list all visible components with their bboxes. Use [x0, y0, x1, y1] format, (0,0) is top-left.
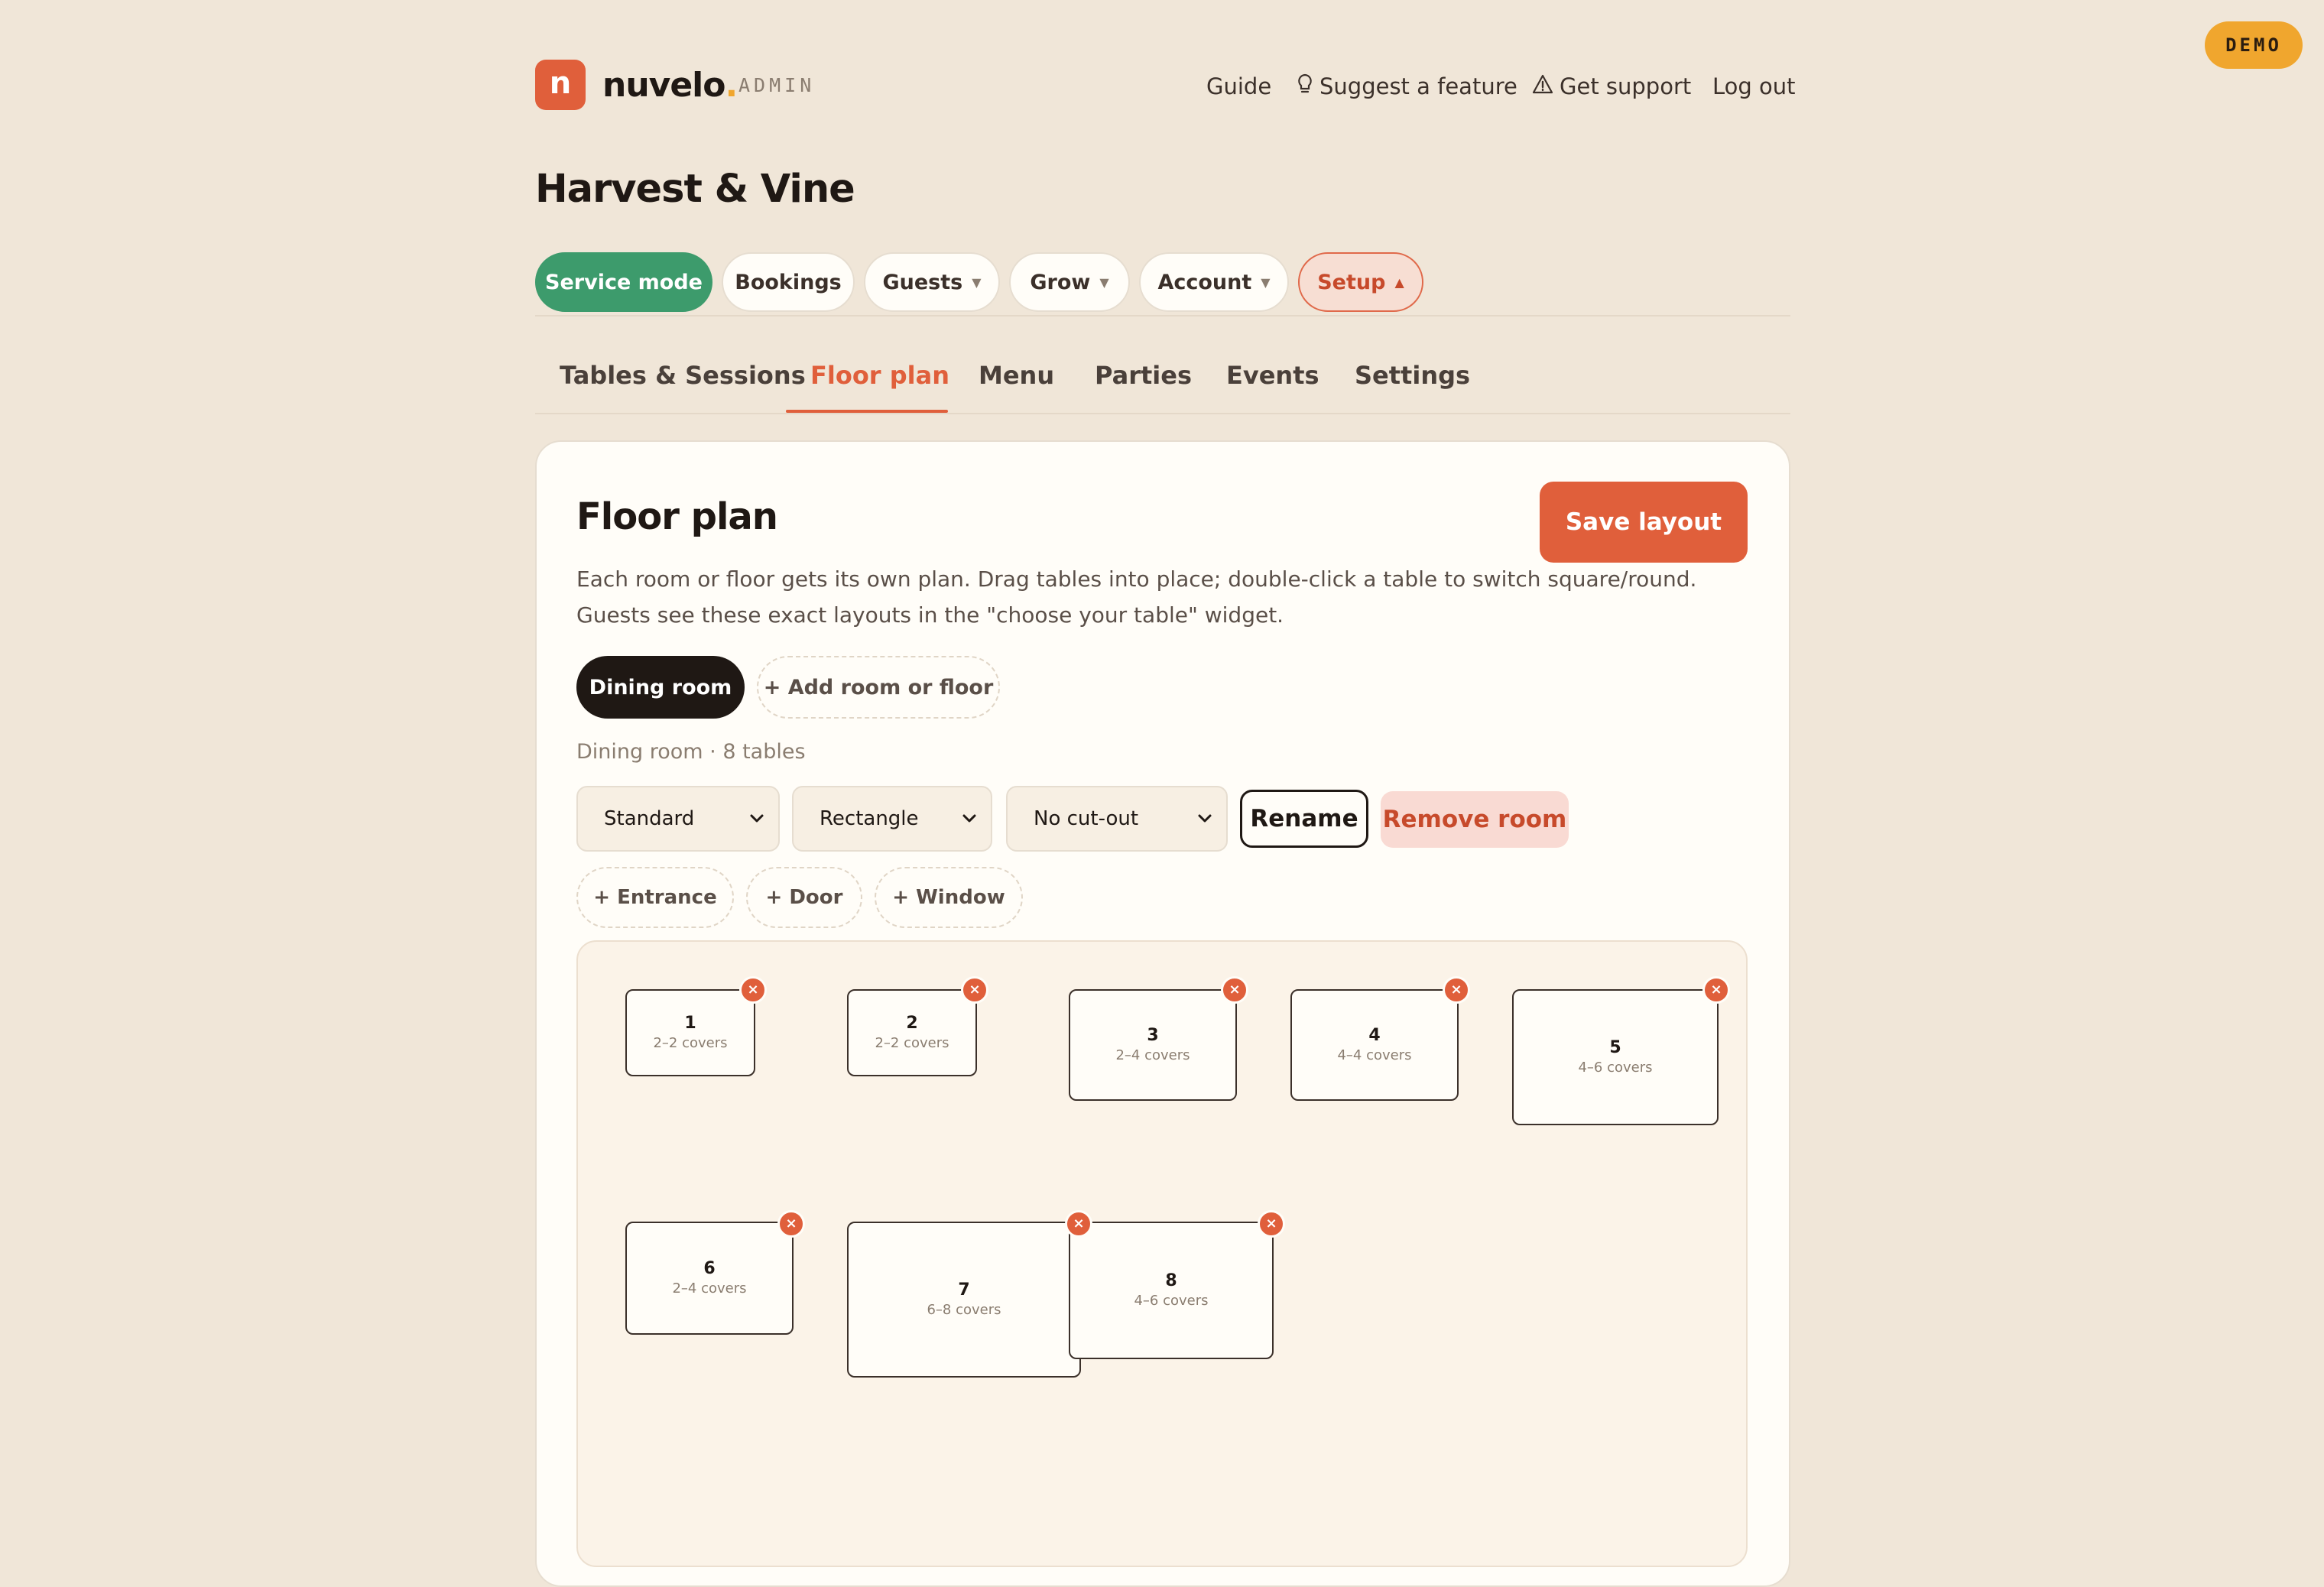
table-number: 1 — [684, 1014, 696, 1033]
cutout-select[interactable]: No cut-out — [1006, 786, 1228, 852]
tab-events[interactable]: Events — [1226, 356, 1319, 394]
table-8[interactable]: 8 4–6 covers — [1069, 1222, 1274, 1359]
nav-account[interactable]: Account ▼ — [1139, 252, 1289, 312]
guide-label: Guide — [1206, 73, 1272, 99]
table-number: 3 — [1147, 1026, 1159, 1045]
page-title: Floor plan — [576, 495, 778, 538]
lightbulb-icon — [1297, 73, 1313, 100]
room-shape-select[interactable]: Rectangle — [792, 786, 992, 852]
remove-table-icon[interactable]: × — [1221, 976, 1248, 1004]
brand-name[interactable]: nuvelo. — [602, 60, 738, 110]
get-support-label: Get support — [1560, 73, 1692, 99]
logo-icon[interactable]: n — [535, 60, 586, 110]
nav-bookings[interactable]: Bookings — [722, 252, 855, 312]
demo-badge: DEMO — [2205, 21, 2303, 69]
venue-name: Harvest & Vine — [535, 167, 855, 212]
table-covers: 2–4 covers — [1115, 1047, 1190, 1063]
chevron-down-icon — [1197, 810, 1212, 829]
table-covers: 4–6 covers — [1578, 1060, 1653, 1076]
table-4[interactable]: 4 4–4 covers — [1290, 989, 1459, 1101]
tab-settings-label: Settings — [1355, 361, 1471, 390]
table-covers: 4–4 covers — [1337, 1047, 1412, 1063]
tab-menu-label: Menu — [979, 361, 1055, 390]
nav-grow[interactable]: Grow ▼ — [1009, 252, 1130, 312]
remove-table-icon[interactable]: × — [961, 976, 988, 1004]
nav-service-mode-label: Service mode — [545, 270, 703, 294]
table-covers: 6–8 covers — [927, 1302, 1001, 1318]
nav-grow-label: Grow — [1030, 270, 1091, 294]
remove-table-icon[interactable]: × — [1443, 976, 1470, 1004]
table-5[interactable]: 5 4–6 covers — [1512, 989, 1719, 1125]
remove-table-icon[interactable]: × — [1258, 1210, 1285, 1238]
caret-down-icon: ▼ — [1099, 274, 1109, 290]
table-number: 7 — [958, 1280, 970, 1300]
table-6[interactable]: 6 2–4 covers — [625, 1222, 794, 1335]
add-door-button[interactable]: + Door — [746, 867, 862, 928]
add-window-button[interactable]: + Window — [875, 867, 1023, 928]
remove-table-icon[interactable]: × — [1065, 1210, 1092, 1238]
table-number: 2 — [906, 1014, 918, 1033]
nav-guests[interactable]: Guests ▼ — [864, 252, 1000, 312]
nav-divider — [535, 315, 1790, 316]
tab-events-label: Events — [1226, 361, 1319, 390]
tab-parties[interactable]: Parties — [1095, 356, 1192, 394]
add-room-button[interactable]: + Add room or floor — [757, 656, 1000, 719]
table-covers: 4–6 covers — [1134, 1293, 1209, 1309]
subtab-divider — [535, 413, 1790, 414]
suggest-feature-link[interactable]: Suggest a feature — [1297, 67, 1517, 105]
table-3[interactable]: 3 2–4 covers — [1069, 989, 1237, 1101]
table-number: 6 — [703, 1259, 716, 1278]
caret-down-icon: ▼ — [1261, 274, 1271, 290]
cutout-value: No cut-out — [1034, 807, 1139, 830]
guide-link[interactable]: Guide — [1206, 67, 1271, 105]
table-2[interactable]: 2 2–2 covers — [847, 989, 977, 1076]
table-number: 5 — [1609, 1038, 1621, 1057]
chevron-down-icon — [749, 810, 764, 829]
save-layout-button[interactable]: Save layout — [1540, 482, 1748, 563]
tab-floor-plan[interactable]: Floor plan — [810, 356, 949, 394]
nav-account-label: Account — [1157, 270, 1252, 294]
table-covers: 2–2 covers — [875, 1035, 949, 1051]
tab-tables-sessions[interactable]: Tables & Sessions — [560, 356, 806, 394]
tab-parties-label: Parties — [1095, 361, 1192, 390]
log-out-label: Log out — [1712, 73, 1796, 99]
nav-setup-label: Setup — [1317, 270, 1386, 294]
table-7[interactable]: 7 6–8 covers — [847, 1222, 1081, 1378]
brand-wordmark: nuvelo — [602, 65, 725, 105]
room-tab-dining-room[interactable]: Dining room — [576, 656, 745, 719]
table-1[interactable]: 1 2–2 covers — [625, 989, 755, 1076]
table-covers: 2–4 covers — [672, 1280, 747, 1297]
get-support-link[interactable]: Get support — [1532, 67, 1691, 105]
room-meta: Dining room · 8 tables — [576, 740, 806, 764]
tab-settings[interactable]: Settings — [1355, 356, 1470, 394]
table-style-select[interactable]: Standard — [576, 786, 780, 852]
table-style-value: Standard — [604, 807, 695, 830]
admin-tag: ADMIN — [738, 73, 816, 96]
remove-table-icon[interactable]: × — [777, 1210, 805, 1238]
nav-setup[interactable]: Setup ▲ — [1298, 252, 1423, 312]
tab-tables-sessions-label: Tables & Sessions — [560, 361, 806, 390]
warning-icon — [1532, 74, 1553, 99]
remove-table-icon[interactable]: × — [739, 976, 767, 1004]
tab-floor-plan-label: Floor plan — [810, 361, 949, 390]
table-covers: 2–2 covers — [653, 1035, 728, 1051]
caret-down-icon: ▼ — [972, 274, 982, 290]
suggest-feature-label: Suggest a feature — [1319, 73, 1517, 99]
tab-menu[interactable]: Menu — [979, 356, 1054, 394]
brand-dot: . — [725, 65, 738, 105]
caret-up-icon: ▲ — [1394, 274, 1404, 290]
chevron-down-icon — [962, 810, 977, 829]
nav-bookings-label: Bookings — [735, 270, 842, 294]
remove-table-icon[interactable]: × — [1702, 976, 1730, 1004]
nav-service-mode[interactable]: Service mode — [535, 252, 712, 312]
table-number: 8 — [1165, 1271, 1177, 1290]
log-out-link[interactable]: Log out — [1712, 67, 1796, 105]
room-shape-value: Rectangle — [820, 807, 919, 830]
add-entrance-button[interactable]: + Entrance — [576, 867, 734, 928]
remove-room-button[interactable]: Remove room — [1381, 791, 1569, 848]
nav-guests-label: Guests — [882, 270, 963, 294]
table-number: 4 — [1368, 1026, 1381, 1045]
rename-room-button[interactable]: Rename — [1240, 790, 1368, 848]
floor-plan-description: Each room or floor gets its own plan. Dr… — [576, 566, 1697, 628]
